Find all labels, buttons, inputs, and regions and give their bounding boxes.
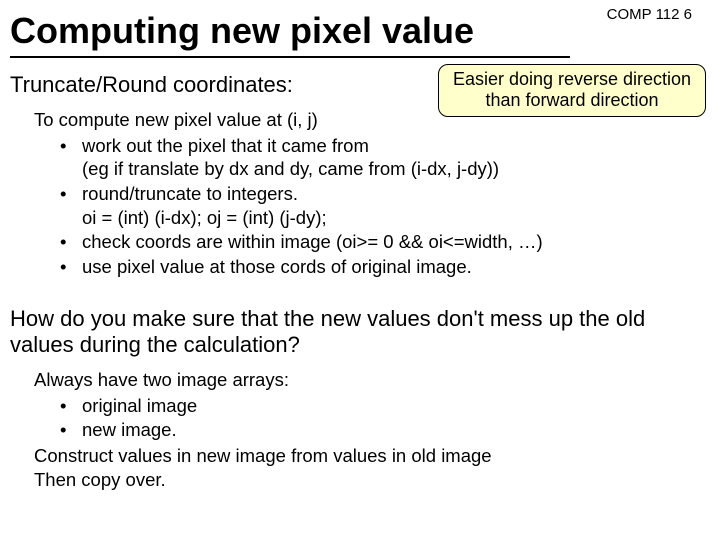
title-underline	[10, 56, 570, 58]
section1-bullet-list: work out the pixel that it came from(eg …	[34, 134, 694, 279]
section1-heading: Truncate/Round coordinates:	[10, 72, 293, 98]
page-title: Computing new pixel value	[10, 12, 570, 54]
callout-line1: Easier doing reverse direction	[447, 69, 697, 90]
section1-body: To compute new pixel value at (i, j) wor…	[34, 108, 694, 280]
section1-bullet: round/truncate to integers.oi = (int) (i…	[82, 182, 694, 229]
course-code: COMP 112 6	[607, 6, 692, 23]
question-text: How do you make sure that the new values…	[10, 306, 702, 359]
section2-tail2: Then copy over.	[34, 468, 694, 492]
section2-body: Always have two image arrays: original i…	[34, 368, 694, 492]
slide: COMP 112 6 Computing new pixel value Eas…	[0, 0, 720, 540]
title-block: Computing new pixel value	[10, 12, 570, 58]
section2-tail1: Construct values in new image from value…	[34, 444, 694, 468]
section1-bullet: check coords are within image (oi>= 0 &&…	[82, 230, 694, 254]
section2-bullet: original image	[82, 394, 694, 418]
section2-bullet-list: original image new image.	[34, 394, 694, 442]
section2-lead: Always have two image arrays:	[34, 368, 694, 392]
section2-bullet: new image.	[82, 418, 694, 442]
callout-line2: than forward direction	[447, 90, 697, 111]
callout-bubble: Easier doing reverse direction than forw…	[438, 64, 706, 117]
section1-bullet: work out the pixel that it came from(eg …	[82, 134, 694, 181]
section1-bullet: use pixel value at those cords of origin…	[82, 255, 694, 279]
